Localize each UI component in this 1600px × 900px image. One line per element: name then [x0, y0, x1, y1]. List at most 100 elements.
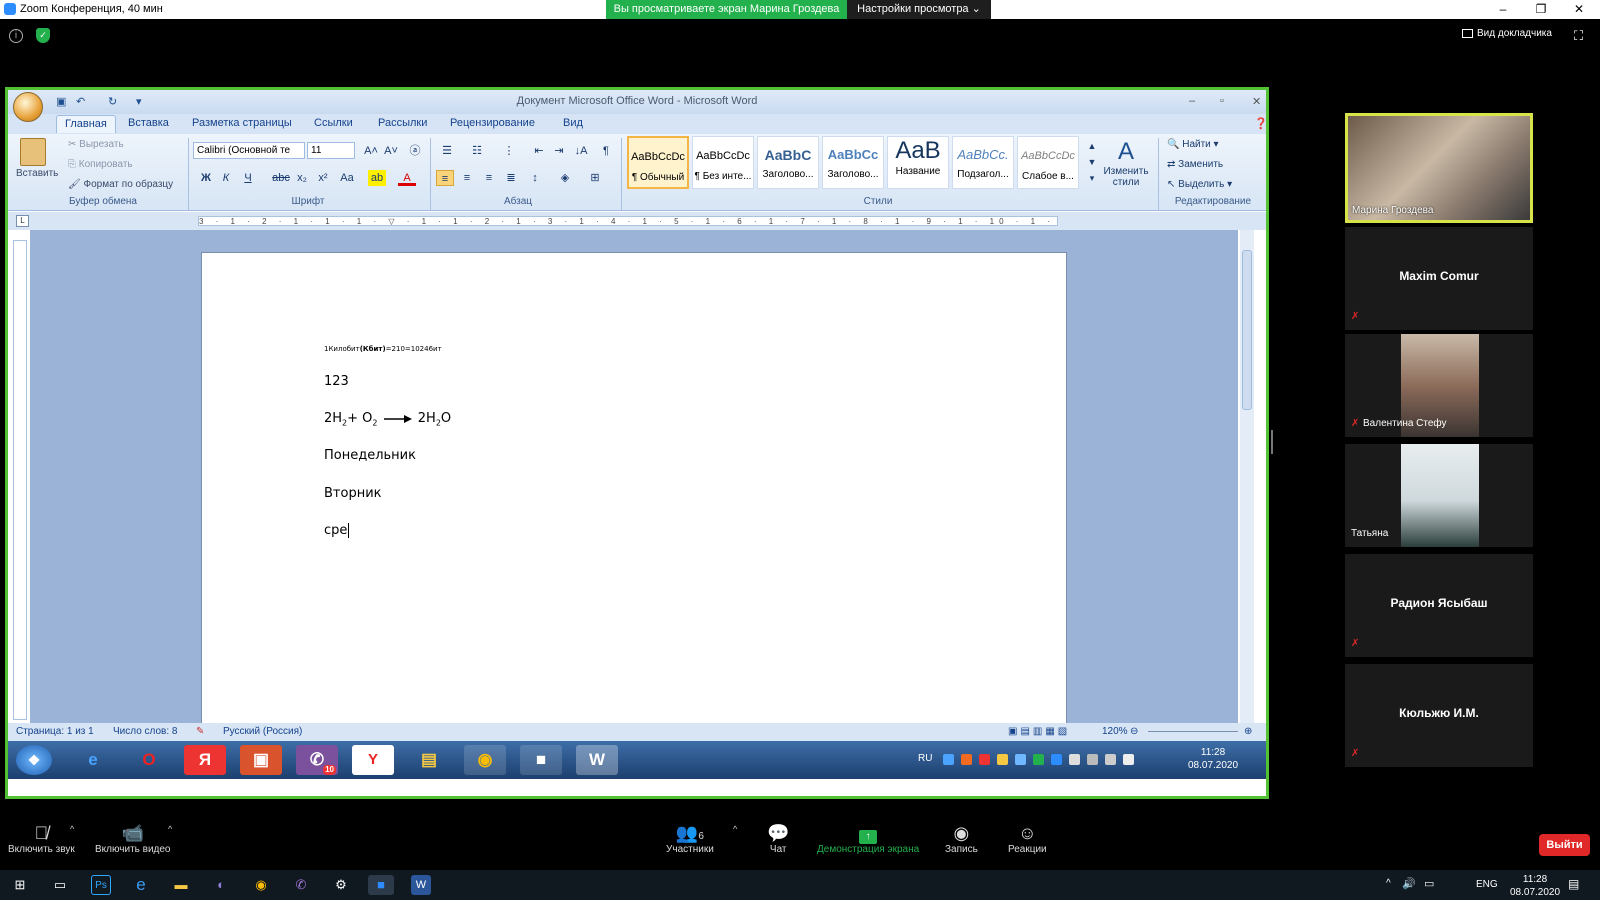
settings-icon[interactable]: ⚙: [331, 875, 351, 895]
zoom-taskbar-icon[interactable]: ■: [520, 745, 562, 775]
fullscreen-icon[interactable]: ⛶: [1574, 28, 1583, 44]
zoom-out-icon[interactable]: ⊖: [1130, 726, 1138, 737]
align-left-icon[interactable]: ≡: [436, 170, 454, 186]
reactions-button[interactable]: ☺ Реакции: [1008, 822, 1047, 855]
participant-tile[interactable]: Татьяна: [1345, 444, 1533, 547]
participants-options-icon[interactable]: ^: [733, 824, 737, 834]
tab-references[interactable]: Ссылки: [314, 117, 353, 129]
network-icon[interactable]: ▭: [1424, 877, 1434, 890]
inner-clock[interactable]: 11:28 08.07.2020: [1188, 746, 1238, 772]
zoom-in-icon[interactable]: ⊕: [1244, 726, 1252, 737]
info-icon[interactable]: i: [9, 29, 23, 43]
grow-font-icon[interactable]: A˄: [362, 143, 380, 159]
minimize-icon[interactable]: –: [1488, 1, 1518, 18]
change-case-icon[interactable]: Aa: [338, 170, 356, 186]
align-center-icon[interactable]: ≡: [458, 170, 476, 186]
subscript-icon[interactable]: x₂: [293, 170, 311, 186]
participant-tile[interactable]: Кюльжю И.М. ✗: [1345, 664, 1533, 767]
word-restore-icon[interactable]: ▫: [1220, 95, 1224, 107]
strikethrough-icon[interactable]: abc: [272, 170, 290, 186]
tray-icon[interactable]: [997, 754, 1008, 765]
doc-line-3[interactable]: 2H2+ O2 2H2O: [324, 411, 451, 428]
doc-line-4[interactable]: Понедельник: [324, 448, 416, 463]
replace-button[interactable]: ⇄ Заменить: [1167, 159, 1223, 170]
find-button[interactable]: 🔍 Найти ▾: [1167, 139, 1219, 150]
unmute-button[interactable]: 🎙̸ Включить звук: [8, 822, 75, 855]
participant-tile-active[interactable]: Марина Гроздева: [1345, 113, 1533, 223]
photoshop-icon[interactable]: Ps: [91, 875, 111, 895]
viber-icon[interactable]: ✆ 10: [296, 745, 338, 775]
underline-icon[interactable]: Ч: [239, 170, 257, 186]
word-minimize-icon[interactable]: –: [1189, 95, 1195, 107]
status-words[interactable]: Число слов: 8: [113, 726, 177, 737]
zoom-slider[interactable]: [1148, 731, 1238, 732]
style-no-spacing[interactable]: AaBbCcDc ¶ Без инте...: [692, 136, 754, 189]
italic-icon[interactable]: К: [217, 170, 235, 186]
tab-page-layout[interactable]: Разметка страницы: [192, 117, 292, 129]
scrollbar-thumb[interactable]: [1242, 250, 1252, 410]
leave-button[interactable]: Выйти: [1539, 834, 1590, 856]
tray-icon[interactable]: [961, 754, 972, 765]
view-settings-button[interactable]: Настройки просмотра ⌄: [847, 0, 991, 19]
chrome-icon[interactable]: ◉: [464, 745, 506, 775]
restore-icon[interactable]: ❐: [1526, 1, 1556, 18]
document-page[interactable]: 1Килобит(Кбит)=210=10246ит 123 2H2+ O2 2…: [201, 252, 1067, 732]
notifications-icon[interactable]: ▤: [1568, 877, 1579, 891]
speaker-view-button[interactable]: Вид докладчика: [1462, 28, 1552, 39]
style-title[interactable]: AaB Название: [887, 136, 949, 189]
panel-splitter[interactable]: [1271, 430, 1273, 454]
app-icon[interactable]: ◐: [211, 875, 231, 895]
status-language[interactable]: Русский (Россия): [223, 726, 302, 737]
audio-options-icon[interactable]: ^: [70, 824, 74, 834]
tab-stop-icon[interactable]: L: [16, 215, 29, 227]
increase-indent-icon[interactable]: ⇥: [550, 143, 568, 159]
inner-language[interactable]: RU: [918, 753, 932, 764]
word-close-icon[interactable]: ✕: [1252, 95, 1261, 108]
superscript-icon[interactable]: x²: [314, 170, 332, 186]
doc-line-1[interactable]: 1Килобит(Кбит)=210=10246ит: [324, 345, 442, 353]
media-icon[interactable]: ▣: [240, 745, 282, 775]
chrome-icon[interactable]: ◉: [251, 875, 271, 895]
shrink-font-icon[interactable]: A˅: [382, 143, 400, 159]
tab-mailings[interactable]: Рассылки: [378, 117, 427, 129]
style-normal[interactable]: AaBbCcDc ¶ Обычный: [627, 136, 689, 189]
tray-icon[interactable]: [1033, 754, 1044, 765]
word-taskbar-icon[interactable]: W: [411, 875, 431, 895]
tab-insert[interactable]: Вставка: [128, 117, 169, 129]
participant-tile[interactable]: Maxim Comur ✗: [1345, 227, 1533, 330]
font-name-select[interactable]: Calibri (Основной те: [193, 142, 305, 159]
status-page[interactable]: Страница: 1 из 1: [16, 726, 94, 737]
pilcrow-icon[interactable]: ¶: [597, 143, 615, 159]
tray-icon[interactable]: [943, 754, 954, 765]
doc-line-2[interactable]: 123: [324, 374, 349, 389]
office-button[interactable]: [13, 92, 43, 122]
tab-home[interactable]: Главная: [56, 115, 116, 133]
participant-tile[interactable]: Радион Ясыбаш ✗: [1345, 554, 1533, 657]
copy-button[interactable]: ⎘ Копировать: [68, 159, 133, 170]
doc-line-6[interactable]: сре: [324, 523, 354, 538]
view-buttons[interactable]: ▣▤▥▦▧: [1008, 726, 1070, 737]
file-explorer-icon[interactable]: ▬: [171, 875, 191, 895]
tray-icon[interactable]: [1051, 754, 1062, 765]
change-styles-button[interactable]: A Изменить стили: [1101, 138, 1151, 188]
viber-icon[interactable]: ✆: [291, 875, 311, 895]
doc-line-5[interactable]: Вторник: [324, 486, 382, 501]
video-options-icon[interactable]: ^: [168, 824, 172, 834]
borders-icon[interactable]: ⊞: [586, 170, 604, 186]
align-right-icon[interactable]: ≡: [480, 170, 498, 186]
tray-icon[interactable]: [1087, 754, 1098, 765]
volume-icon[interactable]: [1123, 754, 1134, 765]
clear-format-icon[interactable]: ⓐ: [406, 143, 424, 159]
highlight-icon[interactable]: ab: [368, 170, 386, 186]
word-taskbar-icon[interactable]: W: [576, 745, 618, 775]
flag-icon[interactable]: [1069, 754, 1080, 765]
tab-view[interactable]: Вид: [563, 117, 583, 129]
font-size-select[interactable]: 11: [307, 142, 355, 159]
multilevel-list-icon[interactable]: ⋮: [500, 143, 518, 159]
windows-language[interactable]: ENG: [1476, 879, 1498, 890]
encryption-shield-icon[interactable]: ✓: [36, 28, 50, 43]
tab-review[interactable]: Рецензирование: [450, 117, 535, 129]
paste-button[interactable]: Вставить: [16, 168, 58, 179]
style-heading-1[interactable]: AaBbC Заголово...: [757, 136, 819, 189]
paste-icon[interactable]: [20, 138, 46, 166]
